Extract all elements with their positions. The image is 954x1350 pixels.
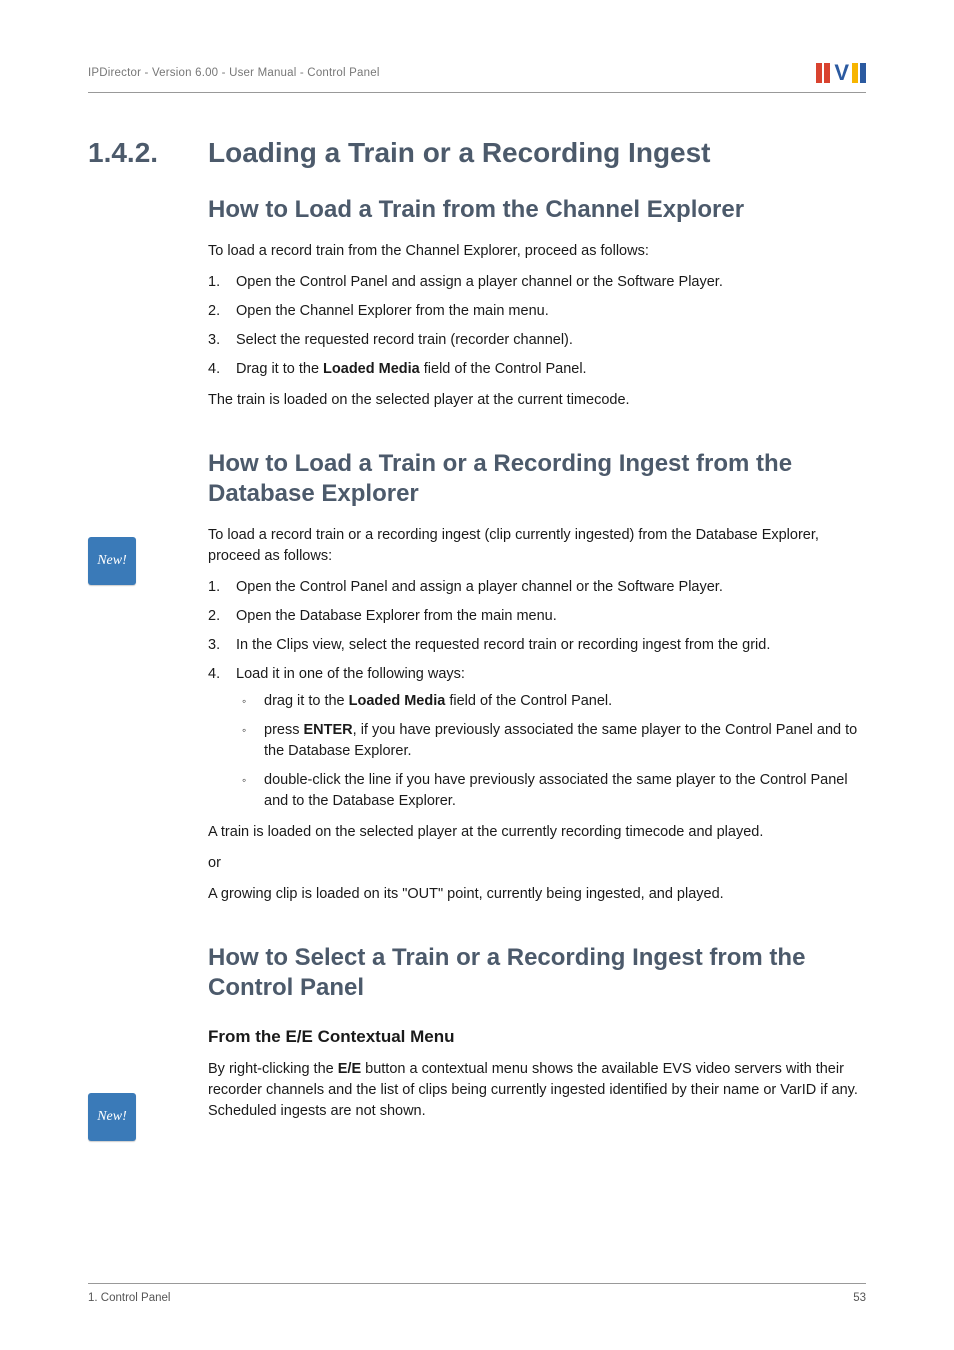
- enter-key-term: ENTER: [304, 722, 353, 738]
- evs-logo: V: [816, 60, 866, 86]
- loaded-media-term: Loaded Media: [349, 693, 446, 709]
- logo-bar-red: [824, 63, 830, 83]
- result-paragraph: A growing clip is loaded on its "OUT" po…: [208, 884, 866, 905]
- new-badge-icon: New!: [88, 537, 136, 585]
- logo-v: V: [834, 60, 848, 86]
- option-item: drag it to the Loaded Media field of the…: [236, 691, 866, 712]
- or-separator: or: [208, 853, 866, 874]
- logo-bar-blue: [860, 63, 866, 83]
- logo-bar-red: [816, 63, 822, 83]
- step-item: Open the Channel Explorer from the main …: [208, 301, 866, 322]
- loaded-media-term: Loaded Media: [323, 361, 420, 377]
- content: How to Load a Train from the Channel Exp…: [208, 195, 866, 509]
- intro-paragraph: To load a record train from the Channel …: [208, 241, 866, 262]
- step-item: Open the Database Explorer from the main…: [208, 606, 866, 627]
- content: By right-clicking the E/E button a conte…: [208, 1059, 866, 1122]
- step-item: Open the Control Panel and assign a play…: [208, 272, 866, 293]
- step-item: Drag it to the Loaded Media field of the…: [208, 359, 866, 380]
- page-header: IPDirector - Version 6.00 - User Manual …: [88, 60, 866, 93]
- section-heading: 1.4.2. Loading a Train or a Recording In…: [88, 137, 866, 169]
- ee-description-paragraph: By right-clicking the E/E button a conte…: [208, 1059, 866, 1122]
- text-fragment: field of the Control Panel.: [445, 693, 612, 709]
- option-item: double-click the line if you have previo…: [236, 770, 866, 812]
- logo-bar-yellow: [852, 63, 858, 83]
- page-footer: 1. Control Panel 53: [88, 1283, 866, 1304]
- option-item: press ENTER, if you have previously asso…: [236, 720, 866, 762]
- text-fragment: field of the Control Panel.: [420, 361, 587, 377]
- result-paragraph: A train is loaded on the selected player…: [208, 822, 866, 843]
- heading-load-database-explorer: How to Load a Train or a Recording Inges…: [208, 449, 866, 509]
- text-fragment: Drag it to the: [236, 361, 323, 377]
- steps-list-2: Open the Control Panel and assign a play…: [208, 577, 866, 812]
- ee-button-term: E/E: [338, 1061, 361, 1077]
- text-fragment: Load it in one of the following ways:: [236, 666, 465, 682]
- heading-select-control-panel: How to Select a Train or a Recording Ing…: [208, 943, 866, 1003]
- footer-chapter: 1. Control Panel: [88, 1292, 170, 1304]
- badge-label: New!: [97, 553, 127, 569]
- step-item: Load it in one of the following ways: dr…: [208, 664, 866, 812]
- section-number: 1.4.2.: [88, 137, 180, 169]
- section-title: Loading a Train or a Recording Ingest: [208, 137, 711, 169]
- step-item: Select the requested record train (recor…: [208, 330, 866, 351]
- sub-options-list: drag it to the Loaded Media field of the…: [236, 691, 866, 812]
- content: To load a record train or a recording in…: [208, 525, 866, 1047]
- text-fragment: , if you have previously associated the …: [264, 722, 857, 759]
- intro-paragraph: To load a record train or a recording in…: [208, 525, 866, 567]
- step-item: In the Clips view, select the requested …: [208, 635, 866, 656]
- badge-label: New!: [97, 1109, 127, 1125]
- heading-load-channel-explorer: How to Load a Train from the Channel Exp…: [208, 195, 866, 225]
- text-fragment: drag it to the: [264, 693, 349, 709]
- text-fragment: By right-clicking the: [208, 1061, 338, 1077]
- result-paragraph: The train is loaded on the selected play…: [208, 390, 866, 411]
- footer-page-number: 53: [853, 1292, 866, 1304]
- new-badge-icon: New!: [88, 1093, 136, 1141]
- step-item: Open the Control Panel and assign a play…: [208, 577, 866, 598]
- header-breadcrumb: IPDirector - Version 6.00 - User Manual …: [88, 67, 380, 79]
- steps-list-1: Open the Control Panel and assign a play…: [208, 272, 866, 380]
- text-fragment: press: [264, 722, 304, 738]
- subheading-ee-menu: From the E/E Contextual Menu: [208, 1027, 866, 1047]
